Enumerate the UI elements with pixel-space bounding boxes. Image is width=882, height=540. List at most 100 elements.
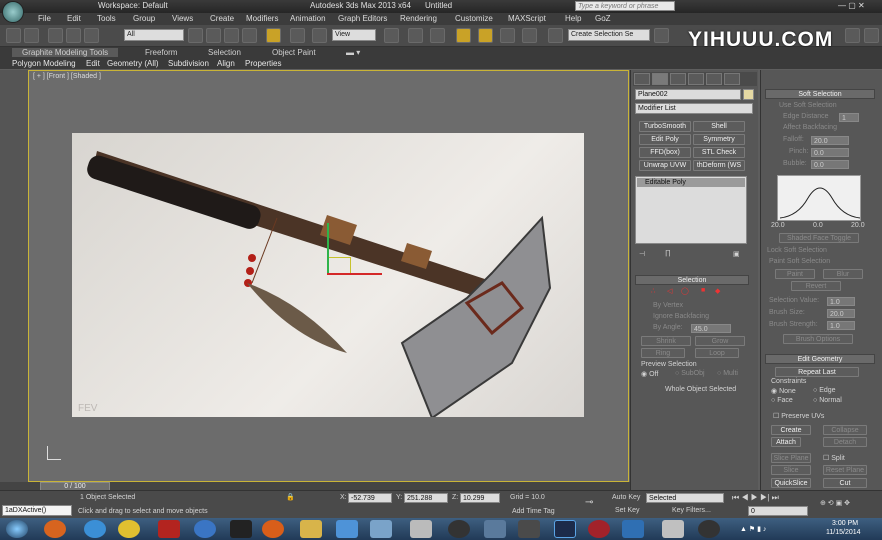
ring-button[interactable]: Ring — [641, 348, 685, 358]
edge-distance-field[interactable]: 1 — [839, 113, 859, 122]
app-icon-4[interactable] — [448, 520, 470, 538]
object-color-swatch[interactable] — [743, 89, 754, 100]
hierarchy-tab-icon[interactable] — [670, 73, 686, 85]
polygon-level-icon[interactable]: ■ — [701, 287, 705, 294]
menu-tools[interactable]: Tools — [97, 14, 116, 23]
maxscript-listener[interactable]: 1aDXActive() — [2, 505, 72, 516]
modifier-stack[interactable]: Editable Poly — [635, 176, 747, 244]
blur-button[interactable]: Blur — [823, 269, 863, 279]
selection-rollout-header[interactable]: Selection — [635, 275, 749, 285]
playback-controls[interactable]: ⏮ ◀ ▶ ▶| ⏭ — [732, 493, 779, 503]
rect-selection-icon[interactable] — [224, 28, 239, 43]
mod-button-ffd-box[interactable]: FFD(box) — [639, 147, 691, 158]
quickslice-button[interactable]: QuickSlice — [771, 478, 811, 488]
mod-button-symmetry[interactable]: Symmetry — [693, 134, 745, 145]
lock-selection-icon[interactable]: 🔒 — [286, 493, 295, 501]
affect-backfacing-checkbox[interactable]: Affect Backfacing — [783, 124, 837, 131]
app-logo-icon[interactable] — [2, 1, 24, 23]
system-tray-icons[interactable]: ▲ ⚑ ▮ ♪ — [740, 525, 766, 533]
render-icon[interactable] — [845, 28, 860, 43]
brush-strength-field[interactable]: 1.0 — [827, 321, 855, 330]
subtab-properties[interactable]: Properties — [245, 59, 281, 68]
vertex-level-icon[interactable]: ∴ — [651, 287, 655, 295]
brush-options-button[interactable]: Brush Options — [783, 334, 853, 344]
constraint-none-radio[interactable]: ◉ None — [771, 387, 796, 395]
menu-views[interactable]: Views — [172, 14, 193, 23]
revert-button[interactable]: Revert — [791, 281, 841, 291]
key-filters-button[interactable]: Key Filters... — [672, 507, 711, 514]
configure-sets-icon[interactable]: ▣ — [733, 250, 740, 258]
ignore-backfacing-checkbox[interactable]: Ignore Backfacing — [653, 313, 709, 320]
brush-size-field[interactable]: 20.0 — [827, 309, 855, 318]
cut-button[interactable]: Cut — [823, 478, 867, 488]
chrome-icon[interactable] — [118, 520, 140, 538]
object-name-field[interactable]: Plane002 — [635, 89, 741, 100]
bind-space-warp-icon[interactable] — [84, 28, 99, 43]
tab-graphite-modeling[interactable]: Graphite Modeling Tools — [12, 48, 119, 57]
subtab-align[interactable]: Align — [217, 59, 235, 68]
preserve-uvs-checkbox[interactable]: ☐ Preserve UVs — [773, 412, 824, 420]
current-frame-field[interactable]: 0 — [748, 506, 808, 516]
preview-multi-radio[interactable]: ○ Multi — [717, 370, 738, 377]
viewport-nav-controls[interactable]: ⊕ ⟲ ▣ ✥ — [820, 499, 850, 507]
create-button[interactable]: Create — [771, 425, 811, 435]
dropbox-icon[interactable] — [336, 520, 358, 538]
menu-rendering[interactable]: Rendering — [400, 14, 437, 23]
link-icon[interactable] — [48, 28, 63, 43]
constraint-normal-radio[interactable]: ○ Normal — [813, 397, 842, 404]
menu-animation[interactable]: Animation — [290, 14, 326, 23]
render-setup-icon[interactable] — [864, 28, 879, 43]
display-tab-icon[interactable] — [706, 73, 722, 85]
named-selection-set-dropdown[interactable]: Create Selection Se — [568, 29, 650, 41]
pin-stack-icon[interactable]: ⊣ — [639, 250, 645, 258]
z-coordinate-field[interactable]: 10.299 — [460, 493, 500, 503]
selection-value-field[interactable]: 1.0 — [827, 297, 855, 306]
shrink-button[interactable]: Shrink — [641, 336, 691, 346]
pivot-center-icon[interactable] — [384, 28, 399, 43]
grow-button[interactable]: Grow — [695, 336, 745, 346]
app-icon-7[interactable] — [622, 520, 644, 538]
paint-button[interactable]: Paint — [775, 269, 815, 279]
soft-selection-rollout-header[interactable]: Soft Selection — [765, 89, 875, 99]
mirror-icon[interactable] — [654, 28, 669, 43]
modify-tab-icon[interactable] — [652, 73, 668, 85]
y-coordinate-field[interactable]: 251.288 — [404, 493, 448, 503]
menu-file[interactable]: File — [38, 14, 51, 23]
window-crossing-icon[interactable] — [242, 28, 257, 43]
percent-snap-icon[interactable] — [500, 28, 515, 43]
selection-filter-dropdown[interactable]: All — [124, 29, 184, 41]
mod-button-thdeform[interactable]: thDeform (WS — [693, 160, 745, 171]
angle-snap-icon[interactable] — [478, 28, 493, 43]
app-icon-6[interactable] — [518, 520, 540, 538]
app-icon-5[interactable] — [484, 520, 506, 538]
edit-named-selection-icon[interactable] — [548, 28, 563, 43]
filezilla-icon[interactable] — [158, 520, 180, 538]
workspace-selector[interactable]: Workspace: Default — [98, 1, 168, 10]
reference-coordinate-dropdown[interactable]: View — [332, 29, 376, 41]
subtab-edit[interactable]: Edit — [86, 59, 100, 68]
collapse-button[interactable]: Collapse — [823, 425, 867, 435]
select-and-move-icon[interactable] — [266, 28, 281, 43]
select-by-name-icon[interactable] — [206, 28, 221, 43]
menu-graph-editors[interactable]: Graph Editors — [338, 14, 387, 23]
clock-date[interactable]: 11/15/2014 — [826, 529, 861, 536]
element-level-icon[interactable]: ◆ — [715, 287, 720, 295]
key-icon[interactable]: ⊸ — [585, 497, 593, 508]
edge-level-icon[interactable]: ◁ — [667, 287, 672, 295]
select-and-manipulate-icon[interactable] — [408, 28, 423, 43]
select-and-rotate-icon[interactable] — [290, 28, 305, 43]
x-coordinate-field[interactable]: -52.739 — [348, 493, 392, 503]
start-button-icon[interactable] — [6, 520, 28, 538]
preview-off-radio[interactable]: ◉ Off — [641, 370, 658, 378]
menu-customize[interactable]: Customize — [455, 14, 493, 23]
constraint-edge-radio[interactable]: ○ Edge — [813, 387, 836, 394]
bubble-field[interactable]: 0.0 — [811, 160, 849, 169]
menu-help[interactable]: Help — [565, 14, 581, 23]
shaded-face-toggle-button[interactable]: Shaded Face Toggle — [779, 233, 859, 243]
tab-selection[interactable]: Selection — [208, 48, 241, 57]
stack-item-editable-poly[interactable]: Editable Poly — [637, 178, 745, 187]
by-angle-checkbox[interactable]: By Angle: — [653, 324, 683, 331]
search-input[interactable]: Type a keyword or phrase — [575, 1, 675, 11]
edge-distance-checkbox[interactable]: Edge Distance — [783, 113, 829, 120]
menu-group[interactable]: Group — [133, 14, 155, 23]
